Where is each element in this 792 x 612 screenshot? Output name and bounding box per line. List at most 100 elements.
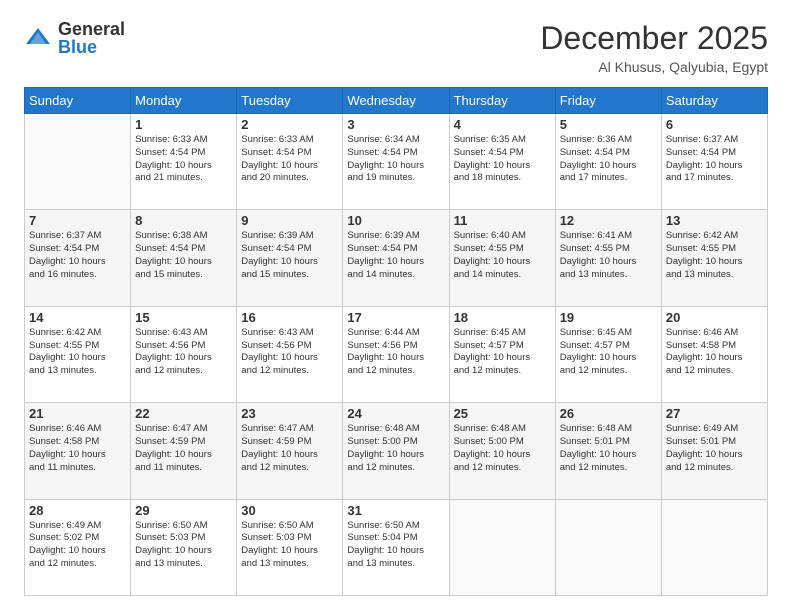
calendar-cell: 22 Sunrise: 6:47 AMSunset: 4:59 PMDayligh…: [131, 403, 237, 499]
day-info: Sunrise: 6:42 AMSunset: 4:55 PMDaylight:…: [666, 230, 763, 281]
day-number: 8: [135, 213, 232, 228]
calendar-cell: 11Sunrise: 6:40 AMSunset: 4:55 PMDayligh…: [449, 210, 555, 306]
day-info: Sunrise: 6:50 AMSunset: 5:03 PMDaylight:…: [241, 520, 338, 571]
day-number: 2: [241, 117, 338, 132]
calendar-cell: 1Sunrise: 6:33 AMSunset: 4:54 PMDaylight…: [131, 114, 237, 210]
month-title: December 2025: [540, 20, 768, 57]
calendar-cell: 30Sunrise: 6:50 AMSunset: 5:03 PMDayligh…: [237, 499, 343, 595]
calendar-cell: 13 Sunrise: 6:42 AMSunset: 4:55 PMDayligh…: [661, 210, 767, 306]
day-header: Tuesday: [237, 88, 343, 114]
day-number: 22: [135, 406, 232, 421]
day-number: 3: [347, 117, 444, 132]
day-header: Wednesday: [343, 88, 449, 114]
day-info: Sunrise: 6:37 AMSunset: 4:54 PMDaylight:…: [29, 230, 126, 281]
title-block: December 2025 Al Khusus, Qalyubia, Egypt: [540, 20, 768, 75]
day-number: 6: [666, 117, 763, 132]
logo-blue: Blue: [58, 38, 125, 56]
calendar-cell: 9 Sunrise: 6:39 AMSunset: 4:54 PMDaylight…: [237, 210, 343, 306]
header-row: SundayMondayTuesdayWednesdayThursdayFrid…: [25, 88, 768, 114]
day-number: 17: [347, 310, 444, 325]
header: General Blue December 2025 Al Khusus, Qa…: [24, 20, 768, 75]
day-info: Sunrise: 6:37 AMSunset: 4:54 PMDaylight:…: [666, 134, 763, 185]
day-number: 19: [560, 310, 657, 325]
calendar-week-row: 1Sunrise: 6:33 AMSunset: 4:54 PMDaylight…: [25, 114, 768, 210]
day-number: 12: [560, 213, 657, 228]
calendar-cell: 23Sunrise: 6:47 AMSunset: 4:59 PMDayligh…: [237, 403, 343, 499]
calendar-cell: 12 Sunrise: 6:41 AMSunset: 4:55 PMDayligh…: [555, 210, 661, 306]
calendar-cell: 31Sunrise: 6:50 AMSunset: 5:04 PMDayligh…: [343, 499, 449, 595]
day-number: 18: [454, 310, 551, 325]
calendar-cell: 5 Sunrise: 6:36 AMSunset: 4:54 PMDaylight…: [555, 114, 661, 210]
calendar-cell: [661, 499, 767, 595]
calendar-cell: 21 Sunrise: 6:46 AMSunset: 4:58 PMDayligh…: [25, 403, 131, 499]
calendar-cell: 28 Sunrise: 6:49 AMSunset: 5:02 PMDayligh…: [25, 499, 131, 595]
calendar-cell: 20 Sunrise: 6:46 AMSunset: 4:58 PMDayligh…: [661, 306, 767, 402]
day-number: 20: [666, 310, 763, 325]
day-info: Sunrise: 6:47 AMSunset: 4:59 PMDaylight:…: [135, 423, 232, 474]
day-info: Sunrise: 6:36 AMSunset: 4:54 PMDaylight:…: [560, 134, 657, 185]
day-header: Sunday: [25, 88, 131, 114]
page: General Blue December 2025 Al Khusus, Qa…: [0, 0, 792, 612]
day-info: Sunrise: 6:39 AMSunset: 4:54 PMDaylight:…: [347, 230, 444, 281]
day-info: Sunrise: 6:42 AMSunset: 4:55 PMDaylight:…: [29, 327, 126, 378]
day-number: 7: [29, 213, 126, 228]
day-info: Sunrise: 6:41 AMSunset: 4:55 PMDaylight:…: [560, 230, 657, 281]
calendar-week-row: 21 Sunrise: 6:46 AMSunset: 4:58 PMDayligh…: [25, 403, 768, 499]
day-info: Sunrise: 6:45 AMSunset: 4:57 PMDaylight:…: [454, 327, 551, 378]
calendar-table: SundayMondayTuesdayWednesdayThursdayFrid…: [24, 87, 768, 596]
calendar-cell: 4Sunrise: 6:35 AMSunset: 4:54 PMDaylight…: [449, 114, 555, 210]
calendar-cell: 6 Sunrise: 6:37 AMSunset: 4:54 PMDaylight…: [661, 114, 767, 210]
logo-general: General: [58, 20, 125, 38]
calendar-cell: 3Sunrise: 6:34 AMSunset: 4:54 PMDaylight…: [343, 114, 449, 210]
calendar-cell: 15 Sunrise: 6:43 AMSunset: 4:56 PMDayligh…: [131, 306, 237, 402]
day-info: Sunrise: 6:49 AMSunset: 5:01 PMDaylight:…: [666, 423, 763, 474]
calendar-week-row: 14Sunrise: 6:42 AMSunset: 4:55 PMDayligh…: [25, 306, 768, 402]
day-info: Sunrise: 6:39 AMSunset: 4:54 PMDaylight:…: [241, 230, 338, 281]
day-number: 21: [29, 406, 126, 421]
calendar-cell: 17 Sunrise: 6:44 AMSunset: 4:56 PMDayligh…: [343, 306, 449, 402]
calendar-cell: [555, 499, 661, 595]
day-number: 15: [135, 310, 232, 325]
day-number: 9: [241, 213, 338, 228]
calendar-cell: 25Sunrise: 6:48 AMSunset: 5:00 PMDayligh…: [449, 403, 555, 499]
day-info: Sunrise: 6:46 AMSunset: 4:58 PMDaylight:…: [666, 327, 763, 378]
day-info: Sunrise: 6:48 AMSunset: 5:01 PMDaylight:…: [560, 423, 657, 474]
calendar-cell: 26 Sunrise: 6:48 AMSunset: 5:01 PMDayligh…: [555, 403, 661, 499]
calendar-week-row: 28 Sunrise: 6:49 AMSunset: 5:02 PMDayligh…: [25, 499, 768, 595]
day-header: Friday: [555, 88, 661, 114]
day-number: 26: [560, 406, 657, 421]
day-info: Sunrise: 6:50 AMSunset: 5:03 PMDaylight:…: [135, 520, 232, 571]
calendar-cell: 29 Sunrise: 6:50 AMSunset: 5:03 PMDayligh…: [131, 499, 237, 595]
day-number: 24: [347, 406, 444, 421]
calendar-cell: [449, 499, 555, 595]
logo: General Blue: [24, 20, 125, 56]
day-header: Thursday: [449, 88, 555, 114]
day-number: 29: [135, 503, 232, 518]
day-info: Sunrise: 6:44 AMSunset: 4:56 PMDaylight:…: [347, 327, 444, 378]
day-header: Saturday: [661, 88, 767, 114]
day-number: 27: [666, 406, 763, 421]
logo-text: General Blue: [58, 20, 125, 56]
day-number: 13: [666, 213, 763, 228]
day-info: Sunrise: 6:40 AMSunset: 4:55 PMDaylight:…: [454, 230, 551, 281]
calendar-week-row: 7 Sunrise: 6:37 AMSunset: 4:54 PMDaylight…: [25, 210, 768, 306]
day-info: Sunrise: 6:35 AMSunset: 4:54 PMDaylight:…: [454, 134, 551, 185]
day-info: Sunrise: 6:50 AMSunset: 5:04 PMDaylight:…: [347, 520, 444, 571]
day-info: Sunrise: 6:46 AMSunset: 4:58 PMDaylight:…: [29, 423, 126, 474]
day-number: 28: [29, 503, 126, 518]
day-info: Sunrise: 6:43 AMSunset: 4:56 PMDaylight:…: [135, 327, 232, 378]
day-number: 5: [560, 117, 657, 132]
logo-icon: [24, 24, 52, 52]
day-info: Sunrise: 6:49 AMSunset: 5:02 PMDaylight:…: [29, 520, 126, 571]
calendar-cell: 27 Sunrise: 6:49 AMSunset: 5:01 PMDayligh…: [661, 403, 767, 499]
calendar-cell: [25, 114, 131, 210]
calendar-cell: 16Sunrise: 6:43 AMSunset: 4:56 PMDayligh…: [237, 306, 343, 402]
calendar-cell: 19 Sunrise: 6:45 AMSunset: 4:57 PMDayligh…: [555, 306, 661, 402]
day-number: 23: [241, 406, 338, 421]
day-number: 10: [347, 213, 444, 228]
day-info: Sunrise: 6:45 AMSunset: 4:57 PMDaylight:…: [560, 327, 657, 378]
day-header: Monday: [131, 88, 237, 114]
day-info: Sunrise: 6:43 AMSunset: 4:56 PMDaylight:…: [241, 327, 338, 378]
calendar-cell: 7 Sunrise: 6:37 AMSunset: 4:54 PMDaylight…: [25, 210, 131, 306]
calendar-cell: 14Sunrise: 6:42 AMSunset: 4:55 PMDayligh…: [25, 306, 131, 402]
